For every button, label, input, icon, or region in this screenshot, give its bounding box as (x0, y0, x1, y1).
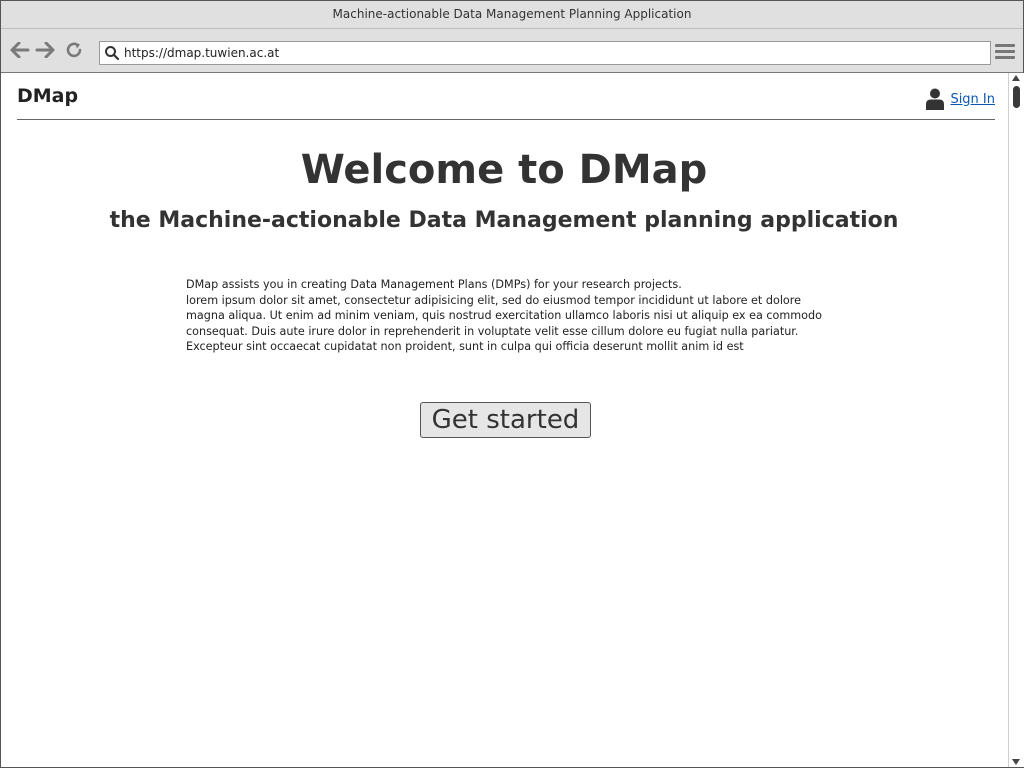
scroll-up-arrow-icon[interactable] (1012, 75, 1020, 81)
intro-text: DMap assists you in creating Data Manage… (186, 277, 836, 355)
page-subtitle: the Machine-actionable Data Management p… (109, 208, 899, 233)
forward-button[interactable] (34, 39, 56, 61)
url-input[interactable] (124, 46, 964, 60)
intro-paragraph: lorem ipsum dolor sit amet, consectetur … (186, 293, 822, 354)
get-started-button[interactable]: Get started (420, 402, 591, 438)
sign-in-link[interactable]: Sign In (950, 92, 995, 107)
header-divider (17, 119, 995, 120)
reload-icon (66, 42, 82, 58)
sign-in-area[interactable]: Sign In (926, 88, 995, 110)
brand-logo[interactable]: DMap (17, 85, 78, 107)
reload-button[interactable] (63, 39, 85, 61)
browser-toolbar (1, 29, 1023, 73)
browser-window: Machine-actionable Data Management Plann… (0, 0, 1024, 768)
scroll-down-arrow-icon[interactable] (1012, 759, 1020, 765)
user-icon (926, 88, 945, 110)
arrow-left-icon (10, 42, 30, 58)
scroll-thumb[interactable] (1013, 86, 1020, 108)
vertical-scrollbar[interactable] (1008, 73, 1024, 767)
search-icon (100, 42, 124, 64)
page-title: Welcome to DMap (300, 147, 708, 193)
hamburger-menu-icon[interactable] (995, 42, 1015, 62)
intro-line: DMap assists you in creating Data Manage… (186, 278, 682, 291)
page-viewport: DMap Sign In Welcome to DMap the Machine… (1, 73, 1007, 767)
arrow-right-icon (35, 42, 55, 58)
address-bar[interactable] (99, 41, 991, 65)
back-button[interactable] (9, 39, 31, 61)
window-title: Machine-actionable Data Management Plann… (1, 1, 1023, 29)
